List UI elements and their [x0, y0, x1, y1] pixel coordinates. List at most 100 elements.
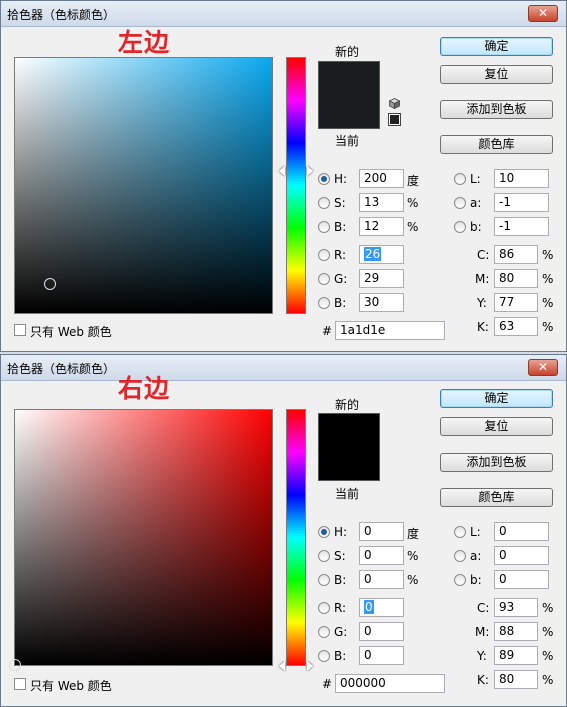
- g-radio[interactable]: [318, 273, 330, 285]
- hue-slider-right-arrow[interactable]: [307, 166, 313, 176]
- ok-button[interactable]: 确定: [440, 37, 553, 56]
- blue-radio[interactable]: [318, 297, 330, 309]
- k-unit: %: [542, 320, 554, 334]
- b-input[interactable]: 0: [359, 570, 404, 589]
- m-input[interactable]: 80: [494, 269, 538, 288]
- y-input[interactable]: 77: [494, 293, 538, 312]
- c-input[interactable]: 86: [494, 245, 538, 264]
- r-input[interactable]: 0: [359, 598, 404, 617]
- a-label: a:: [470, 196, 482, 210]
- g-input[interactable]: 29: [359, 269, 404, 288]
- r-radio[interactable]: [318, 249, 330, 261]
- g-radio[interactable]: [318, 626, 330, 638]
- color-field[interactable]: [14, 57, 273, 314]
- hue-slider-right-arrow[interactable]: [307, 661, 313, 671]
- l-radio[interactable]: [454, 173, 466, 185]
- web-colors-only-label: 只有 Web 颜色: [30, 679, 112, 693]
- close-button[interactable]: ✕: [528, 5, 558, 22]
- close-button[interactable]: ✕: [528, 359, 558, 376]
- hex-label: #: [322, 677, 333, 691]
- add-to-swatches-button[interactable]: 添加到色板: [440, 100, 553, 119]
- l-input[interactable]: 10: [494, 169, 549, 188]
- current-color-swatch[interactable]: [318, 95, 380, 129]
- s-radio[interactable]: [318, 550, 330, 562]
- r-input[interactable]: 26: [359, 245, 404, 264]
- color-picker-circle[interactable]: [44, 278, 56, 290]
- color-libraries-button[interactable]: 颜色库: [440, 135, 553, 154]
- lab-b-radio[interactable]: [454, 574, 466, 586]
- web-colors-only-checkbox[interactable]: [14, 324, 26, 336]
- lab-b-input[interactable]: 0: [494, 570, 549, 589]
- c-unit: %: [542, 601, 554, 615]
- m-label: M:: [475, 625, 490, 639]
- hue-slider-left-arrow[interactable]: [279, 166, 285, 176]
- new-color-swatch: [318, 413, 380, 447]
- s-unit: %: [407, 196, 419, 210]
- l-label: L:: [470, 525, 481, 539]
- s-label: S:: [334, 549, 346, 563]
- add-to-swatches-button[interactable]: 添加到色板: [440, 453, 553, 472]
- ok-button[interactable]: 确定: [440, 389, 553, 408]
- color-picker-dialog-left: 拾色器（色标颜色） ✕ 左边 新的 当前 确定 复位 添加到色板 颜色库 H: …: [0, 0, 567, 352]
- h-input[interactable]: 0: [359, 522, 404, 541]
- new-color-label: 新的: [335, 45, 360, 59]
- k-input[interactable]: 63: [494, 317, 538, 336]
- hue-slider[interactable]: [286, 409, 306, 666]
- y-unit: %: [542, 649, 554, 663]
- b-label: B:: [334, 220, 347, 234]
- web-safe-swatch-icon[interactable]: [388, 113, 401, 126]
- hue-slider[interactable]: [286, 57, 306, 314]
- l-input[interactable]: 0: [494, 522, 549, 541]
- b-radio[interactable]: [318, 221, 330, 233]
- c-input[interactable]: 93: [494, 598, 538, 617]
- h-radio[interactable]: [318, 173, 330, 185]
- h-input[interactable]: 200: [359, 169, 404, 188]
- s-label: S:: [334, 196, 346, 210]
- b-unit: %: [407, 220, 419, 234]
- blue-input[interactable]: 0: [359, 646, 404, 665]
- k-input[interactable]: 80: [494, 670, 538, 689]
- s-radio[interactable]: [318, 197, 330, 209]
- reset-button[interactable]: 复位: [440, 65, 553, 84]
- web-colors-only-checkbox[interactable]: [14, 678, 26, 690]
- m-input[interactable]: 88: [494, 622, 538, 641]
- g-input[interactable]: 0: [359, 622, 404, 641]
- out-of-gamut-cube-icon[interactable]: [389, 98, 400, 109]
- l-radio[interactable]: [454, 526, 466, 538]
- hex-input[interactable]: 000000: [335, 674, 445, 693]
- b-radio[interactable]: [318, 574, 330, 586]
- h-unit: 度: [407, 527, 420, 541]
- reset-button[interactable]: 复位: [440, 417, 553, 436]
- hex-input[interactable]: 1a1d1e: [335, 321, 445, 340]
- current-color-swatch[interactable]: [318, 447, 380, 481]
- color-libraries-button[interactable]: 颜色库: [440, 488, 553, 507]
- a-radio[interactable]: [454, 197, 466, 209]
- r-radio[interactable]: [318, 602, 330, 614]
- h-radio[interactable]: [318, 526, 330, 538]
- lab-b-input[interactable]: -1: [494, 217, 549, 236]
- k-label: K:: [477, 673, 489, 687]
- a-input[interactable]: -1: [494, 193, 549, 212]
- a-input[interactable]: 0: [494, 546, 549, 565]
- y-label: Y:: [477, 649, 487, 663]
- blue-label: B:: [334, 649, 347, 663]
- blue-input[interactable]: 30: [359, 293, 404, 312]
- y-label: Y:: [477, 296, 487, 310]
- color-field[interactable]: [9, 409, 273, 671]
- h-label: H:: [334, 172, 348, 186]
- s-input[interactable]: 13: [359, 193, 404, 212]
- s-input[interactable]: 0: [359, 546, 404, 565]
- r-label: R:: [334, 248, 347, 262]
- a-radio[interactable]: [454, 550, 466, 562]
- annotation-right-text: 右边: [118, 374, 171, 403]
- b-input[interactable]: 12: [359, 217, 404, 236]
- color-picker-circle[interactable]: [9, 659, 21, 671]
- dialog-title: 拾色器（色标颜色）: [7, 362, 116, 376]
- blue-radio[interactable]: [318, 650, 330, 662]
- k-label: K:: [477, 320, 489, 334]
- lab-b-radio[interactable]: [454, 221, 466, 233]
- hue-slider-left-arrow[interactable]: [279, 661, 285, 671]
- current-color-label: 当前: [335, 134, 360, 148]
- y-input[interactable]: 89: [494, 646, 538, 665]
- new-color-label: 新的: [335, 398, 360, 412]
